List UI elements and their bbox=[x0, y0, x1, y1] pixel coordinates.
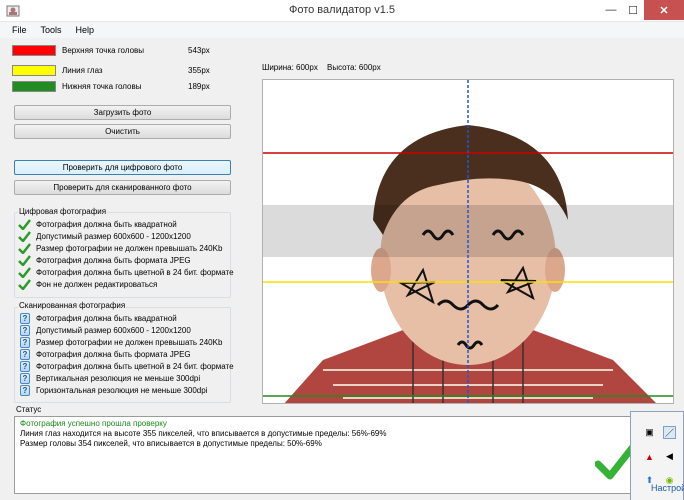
check-scanned-button[interactable]: Проверить для сканированного фото bbox=[14, 180, 231, 195]
question-icon: ? bbox=[20, 313, 30, 324]
volume-icon[interactable]: ◀ bbox=[663, 450, 676, 463]
scanned-group-title: Сканированная фотография bbox=[18, 301, 127, 310]
menu-tools[interactable]: Tools bbox=[41, 22, 62, 38]
menu-bar: File Tools Help bbox=[0, 22, 684, 38]
legend-label: Нижняя точка головы bbox=[62, 82, 142, 91]
legend-label: Линия глаз bbox=[62, 66, 103, 75]
minimize-button[interactable]: — bbox=[600, 0, 622, 20]
question-icon: ? bbox=[20, 349, 30, 360]
question-icon: ? bbox=[20, 325, 30, 336]
close-button[interactable]: ✕ bbox=[644, 0, 684, 20]
pen-icon[interactable]: ／ bbox=[663, 426, 676, 439]
legend-bottom-of-head: Нижняя точка головы 189px bbox=[12, 81, 222, 94]
menu-help[interactable]: Help bbox=[76, 22, 95, 38]
legend-label: Верхняя точка головы bbox=[62, 46, 145, 55]
question-icon: ? bbox=[20, 385, 30, 396]
status-eye-line: Линия глаз находится на высоте 355 пиксе… bbox=[20, 429, 387, 438]
photo-preview bbox=[262, 79, 674, 404]
legend-value: 543px bbox=[188, 46, 210, 55]
legend-eye-line: Линия глаз 355px bbox=[12, 65, 222, 78]
legend-value: 189px bbox=[188, 82, 210, 91]
acrobat-icon[interactable]: ▲ bbox=[643, 450, 656, 463]
scanned-check-item: ? Размер фотографии не должен превышать … bbox=[18, 337, 230, 348]
question-icon: ? bbox=[20, 337, 30, 348]
photo-canvas bbox=[263, 80, 673, 403]
scanned-check-item: ? Фотография должна быть формата JPEG bbox=[18, 349, 230, 360]
checkmark-icon bbox=[18, 231, 31, 242]
checkmark-icon bbox=[18, 267, 31, 278]
tray-overflow-popup: ▣ ／ ▲ ◀ ⬆ ◉ Настрой bbox=[630, 411, 684, 500]
question-icon: ? bbox=[20, 361, 30, 372]
tray-customize-link[interactable]: Настрой bbox=[651, 483, 684, 493]
checkmark-icon bbox=[18, 243, 31, 254]
legend-value: 355px bbox=[188, 66, 210, 75]
maximize-button[interactable]: ☐ bbox=[622, 0, 644, 20]
legend-swatch-green bbox=[12, 81, 56, 92]
status-box: Фотография успешно прошла проверку Линия… bbox=[14, 416, 674, 494]
digital-check-item: Фон не должен редактироваться bbox=[18, 279, 230, 290]
legend-swatch-red bbox=[12, 45, 56, 56]
main-area: Верхняя точка головы 543px Линия глаз 35… bbox=[0, 38, 684, 500]
scanned-check-item: ? Горизонтальная резолюция не меньше 300… bbox=[18, 385, 230, 396]
digital-check-item: Допустимый размер 600x600 - 1200x1200 bbox=[18, 231, 230, 242]
image-height-label: Высота: 600px bbox=[327, 63, 381, 72]
clear-button[interactable]: Очистить bbox=[14, 124, 231, 139]
digital-group-title: Цифровая фотография bbox=[18, 207, 108, 216]
digital-check-item: Фотография должна быть цветной в 24 бит.… bbox=[18, 267, 234, 278]
digital-check-item: Размер фотографии не должен превышать 24… bbox=[18, 243, 230, 254]
scanned-check-item: ? Фотография должна быть цветной в 24 би… bbox=[18, 361, 234, 372]
legend-swatch-yellow bbox=[12, 65, 56, 76]
checkmark-icon bbox=[18, 219, 31, 230]
checkmark-icon bbox=[18, 279, 31, 290]
scanned-check-item: ? Фотография должна быть квадратной bbox=[18, 313, 230, 324]
status-head-size-line: Размер головы 354 пикселей, что вписывае… bbox=[20, 439, 322, 448]
status-success-line: Фотография успешно прошла проверку bbox=[20, 419, 167, 428]
digital-check-item: Фотография должна быть формата JPEG bbox=[18, 255, 230, 266]
load-photo-button[interactable]: Загрузить фото bbox=[14, 105, 231, 120]
title-bar: Фото валидатор v1.5 — ☐ ✕ bbox=[0, 0, 684, 22]
window-title: Фото валидатор v1.5 bbox=[288, 4, 396, 16]
check-digital-button[interactable]: Проверить для цифрового фото bbox=[14, 160, 231, 175]
scanned-check-item: ? Допустимый размер 600x600 - 1200x1200 bbox=[18, 325, 230, 336]
menu-file[interactable]: File bbox=[12, 22, 27, 38]
digital-check-item: Фотография должна быть квадратной bbox=[18, 219, 230, 230]
image-width-label: Ширина: 600px bbox=[262, 63, 318, 72]
legend-top-of-head: Верхняя точка головы 543px bbox=[12, 45, 222, 58]
success-checkmark-icon bbox=[595, 444, 635, 480]
status-title: Статус bbox=[16, 405, 42, 414]
checkmark-icon bbox=[18, 255, 31, 266]
monitor-icon[interactable]: ▣ bbox=[643, 426, 656, 439]
scanned-check-item: ? Вертикальная резолюция не меньше 300dp… bbox=[18, 373, 230, 384]
question-icon: ? bbox=[20, 373, 30, 384]
